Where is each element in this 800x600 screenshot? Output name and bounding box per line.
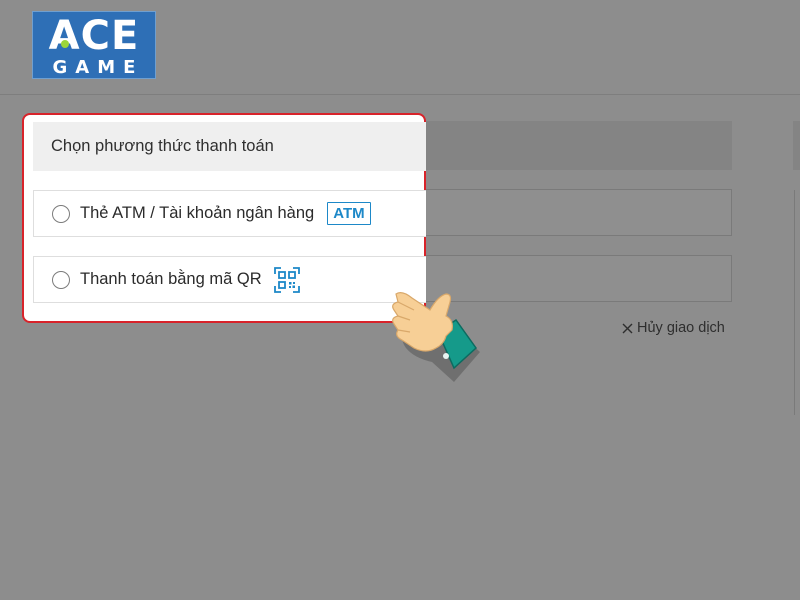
logo-top-text: ACE xyxy=(48,13,140,59)
radio-button-atm[interactable] xyxy=(52,204,70,223)
cancel-label: Hủy giao dịch xyxy=(637,320,725,336)
background-side-panel xyxy=(793,121,800,170)
atm-badge: ATM xyxy=(327,202,371,225)
ace-game-logo[interactable]: ACE GAME xyxy=(32,11,156,79)
qr-code-icon xyxy=(273,266,300,293)
background-side-border xyxy=(794,190,795,415)
option-label-atm: Thẻ ATM / Tài khoản ngân hàng xyxy=(80,204,315,222)
cancel-transaction-link[interactable]: Hủy giao dịch xyxy=(622,320,725,336)
close-icon xyxy=(622,323,633,333)
panel-title: Chọn phương thức thanh toán xyxy=(33,122,426,171)
page-header: ACE GAME xyxy=(0,0,800,95)
logo-dot xyxy=(61,40,69,48)
logo-bottom-text: GAME xyxy=(52,57,144,78)
payment-option-atm[interactable]: Thẻ ATM / Tài khoản ngân hàng ATM xyxy=(33,190,426,237)
payment-option-qr[interactable]: Thanh toán bằng mã QR xyxy=(33,256,426,303)
background-option-row xyxy=(424,189,732,236)
background-panel-header xyxy=(424,121,732,170)
option-label-qr: Thanh toán bằng mã QR xyxy=(80,270,262,288)
radio-button-qr[interactable] xyxy=(52,270,70,289)
payment-method-panel: Chọn phương thức thanh toán Thẻ ATM / Tà… xyxy=(22,113,426,323)
pointing-hand-icon xyxy=(392,292,480,382)
